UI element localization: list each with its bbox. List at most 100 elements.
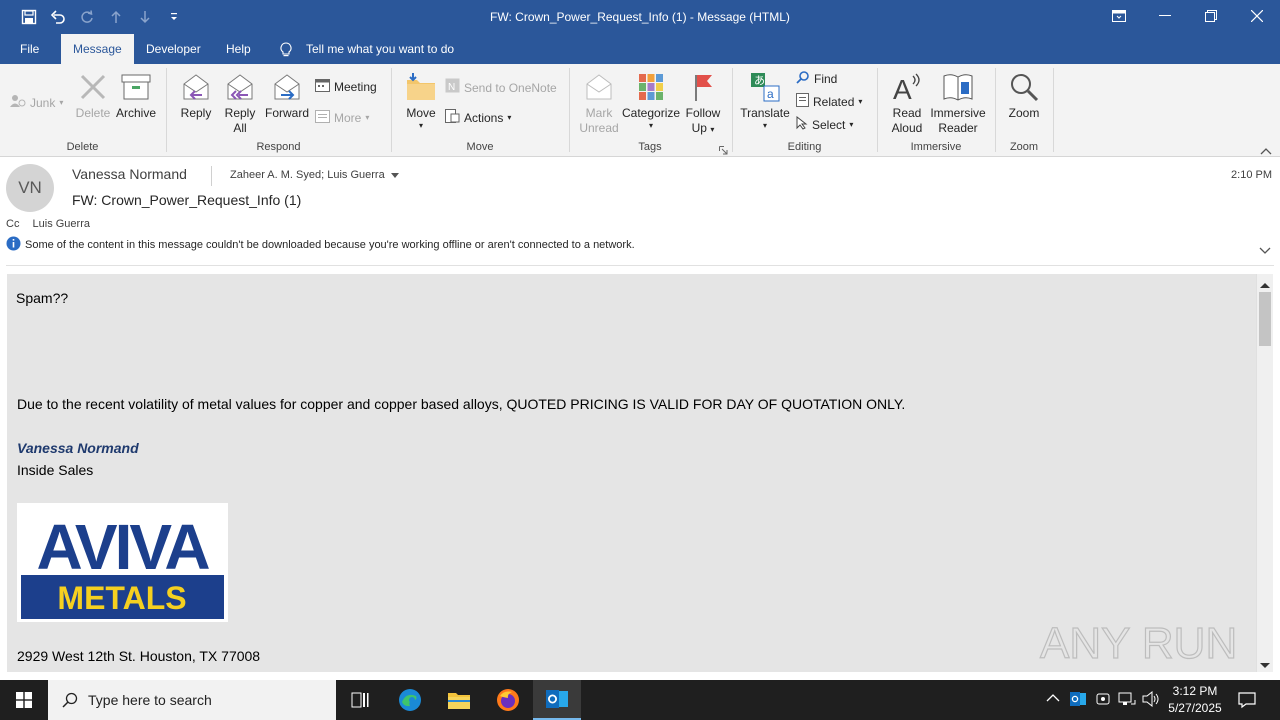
- zoom-button[interactable]: Zoom: [1002, 72, 1046, 121]
- junk-button[interactable]: Junk ▾: [10, 94, 63, 112]
- minimize-button[interactable]: [1142, 0, 1188, 32]
- vertical-scrollbar[interactable]: [1256, 274, 1273, 672]
- scroll-down-arrow-icon[interactable]: [1259, 659, 1271, 673]
- tab-message[interactable]: Message: [61, 34, 134, 64]
- recipients-to[interactable]: Zaheer A. M. Syed; Luis Guerra: [230, 169, 385, 181]
- reply-all-label-2: All: [233, 121, 247, 135]
- sender-name[interactable]: Vanessa Normand: [72, 166, 187, 182]
- reply-all-label-1: Reply: [224, 106, 256, 120]
- tell-me-search[interactable]: Tell me what you want to do: [306, 42, 454, 56]
- system-clock[interactable]: 3:12 PM 5/27/2025: [1160, 683, 1230, 717]
- more-icon: [315, 109, 330, 127]
- recipients[interactable]: Zaheer A. M. Syed; Luis Guerra: [230, 169, 399, 181]
- find-button[interactable]: Find: [796, 70, 837, 88]
- move-label: Move: [406, 106, 436, 120]
- related-label: Related: [813, 95, 855, 109]
- header-divider-line: [6, 265, 1274, 266]
- translate-button[interactable]: あa Translate ▾: [738, 72, 792, 131]
- restore-button[interactable]: [1188, 0, 1234, 32]
- title-bar: FW: Crown_Power_Request_Info (1) - Messa…: [0, 0, 1280, 34]
- task-view-icon[interactable]: [336, 680, 384, 720]
- immersive-reader-button[interactable]: Immersive Reader: [929, 72, 987, 136]
- categorize-button[interactable]: Categorize ▾: [622, 72, 680, 131]
- ribbon-tabs: File Message Developer Help Tell me what…: [0, 34, 1280, 64]
- outlook-taskbar-icon[interactable]: [533, 680, 581, 720]
- message-subject: FW: Crown_Power_Request_Info (1): [72, 192, 302, 208]
- follow-up-label-2: Up ▾: [691, 121, 715, 135]
- svg-text:N: N: [448, 82, 455, 93]
- mark-unread-label-1: Mark: [585, 106, 613, 120]
- lightbulb-icon: [280, 42, 292, 60]
- archive-icon: [114, 72, 158, 102]
- info-bar[interactable]: Some of the content in this message coul…: [6, 236, 635, 254]
- move-button[interactable]: Move ▾: [400, 72, 442, 131]
- editing-group-label: Editing: [787, 141, 822, 153]
- follow-up-button[interactable]: Follow Up ▾: [682, 72, 724, 137]
- read-aloud-button[interactable]: A Read Aloud: [885, 72, 929, 136]
- close-button[interactable]: [1234, 0, 1280, 32]
- taskbar: Type here to search 3:12 PM 5/27/2025: [0, 680, 1280, 720]
- send-to-onenote-label: Send to OneNote: [464, 80, 557, 95]
- cc-row: Cc Luis Guerra: [6, 218, 90, 230]
- meeting-label: Meeting: [334, 80, 377, 94]
- send-to-onenote-button[interactable]: N Send to OneNote: [445, 78, 557, 97]
- tab-developer[interactable]: Developer: [134, 34, 213, 64]
- expand-header-icon[interactable]: [1259, 244, 1271, 258]
- read-aloud-icon: A: [885, 72, 929, 102]
- cc-recipient[interactable]: Luis Guerra: [33, 218, 90, 230]
- windows-start-icon[interactable]: [0, 680, 48, 720]
- reply-all-icon: [218, 72, 262, 102]
- outlook-tray-icon[interactable]: [1070, 691, 1086, 710]
- show-hidden-icons-icon[interactable]: [1046, 692, 1060, 706]
- actions-button[interactable]: Actions ▾: [445, 109, 511, 127]
- categorize-label: Categorize: [622, 106, 681, 120]
- delete-button[interactable]: Delete: [72, 72, 114, 121]
- svg-text:a: a: [767, 87, 774, 101]
- related-button[interactable]: Related ▾: [796, 93, 862, 111]
- select-button[interactable]: Select ▾: [796, 115, 853, 134]
- onenote-icon: N: [445, 78, 460, 97]
- info-icon: [6, 236, 21, 254]
- meeting-button[interactable]: Meeting: [315, 78, 377, 96]
- forward-button[interactable]: Forward: [262, 72, 312, 121]
- group-divider: [1053, 68, 1054, 152]
- volume-icon[interactable]: [1142, 690, 1160, 710]
- anyrun-watermark: ANY RUN: [1038, 612, 1238, 672]
- mark-unread-icon: [576, 72, 622, 102]
- ribbon-display-options-icon[interactable]: [1096, 0, 1142, 32]
- categorize-icon: [622, 72, 680, 102]
- immersive-reader-label-1: Immersive: [930, 106, 986, 120]
- mark-unread-button[interactable]: Mark Unread: [576, 72, 622, 136]
- group-divider: [391, 68, 392, 152]
- window-title: FW: Crown_Power_Request_Info (1) - Messa…: [490, 10, 790, 24]
- file-explorer-icon[interactable]: [435, 680, 483, 720]
- collapse-ribbon-icon[interactable]: [1260, 144, 1272, 158]
- notifications-icon[interactable]: [1238, 691, 1256, 712]
- firefox-icon[interactable]: [484, 680, 532, 720]
- move-group-label: Move: [466, 141, 494, 153]
- tags-dialog-launcher-icon[interactable]: [719, 144, 728, 158]
- tab-help[interactable]: Help: [214, 34, 263, 64]
- mark-unread-label-2: Unread: [579, 121, 619, 135]
- tab-file[interactable]: File: [8, 34, 51, 64]
- more-respond-button[interactable]: More ▾: [315, 109, 369, 127]
- network-icon[interactable]: [1118, 691, 1136, 710]
- actions-icon: [445, 109, 460, 127]
- clock-time: 3:12 PM: [1172, 684, 1218, 698]
- scroll-up-arrow-icon[interactable]: [1259, 278, 1271, 292]
- scroll-thumb[interactable]: [1259, 292, 1271, 346]
- device-tray-icon[interactable]: [1095, 691, 1111, 710]
- reply-all-button[interactable]: Reply All: [218, 72, 262, 136]
- taskbar-search[interactable]: Type here to search: [48, 680, 336, 720]
- reply-button[interactable]: Reply: [174, 72, 218, 121]
- edge-icon[interactable]: [386, 680, 434, 720]
- delete-icon: [72, 72, 114, 102]
- archive-button[interactable]: Archive: [114, 72, 158, 121]
- aviva-metals-logo: AVIVA METALS: [17, 503, 228, 622]
- forward-label: Forward: [264, 106, 309, 120]
- body-line-spam: Spam??: [16, 290, 69, 306]
- logo-subtext: METALS: [57, 580, 186, 616]
- respond-group-label: Respond: [256, 141, 301, 153]
- delete-group-label: Delete: [66, 141, 99, 153]
- chevron-down-icon[interactable]: [390, 169, 399, 181]
